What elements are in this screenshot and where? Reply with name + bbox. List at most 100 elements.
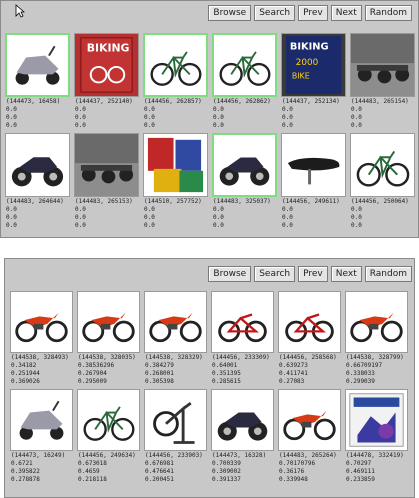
svg-text:2000: 2000 xyxy=(296,58,318,68)
magazine-stack-icon xyxy=(147,137,204,193)
result-id: (144456, 262857) xyxy=(144,98,202,105)
result-score: 0.285615 xyxy=(212,378,241,385)
result-thumbnail[interactable] xyxy=(144,389,207,451)
result-id: (144510, 257752) xyxy=(144,198,202,205)
bicycle-icon xyxy=(150,51,202,86)
result-item[interactable]: (144483, 325037) 0.0 0.0 0.0 xyxy=(210,133,279,229)
result-item[interactable]: (144473, 16249) 0.6721 0.395822 0.278878 xyxy=(8,389,75,483)
result-score: 0.0 xyxy=(351,114,362,121)
result-score: 0.6721 xyxy=(11,460,33,467)
browse-button[interactable]: Browse xyxy=(208,5,252,21)
poster-icon xyxy=(349,393,404,447)
random-button[interactable]: Random xyxy=(364,5,412,21)
dirt-bike-icon xyxy=(149,312,202,343)
next-button[interactable]: Next xyxy=(330,266,362,282)
top-image-grid: (144473, 16458) 0.0 0.0 0.0 BIKING (144437, 2… xyxy=(3,33,417,229)
result-score: 0.351395 xyxy=(212,370,241,377)
result-thumbnail[interactable] xyxy=(345,389,408,451)
bicycle-icon xyxy=(83,406,135,441)
result-id: (144473, 16458) xyxy=(6,98,61,105)
search-button[interactable]: Search xyxy=(254,266,296,282)
result-score: 0.251944 xyxy=(11,370,40,377)
result-item[interactable]: (144456, 249634) 0.673018 0.4659 0.218118 xyxy=(75,389,142,483)
result-id: (144483, 265154) xyxy=(351,98,409,105)
result-item[interactable]: (144483, 265264) 0.70170796 0.36176 0.33994… xyxy=(276,389,343,483)
result-thumbnail[interactable] xyxy=(281,133,346,197)
result-thumbnail[interactable] xyxy=(74,133,139,197)
result-item[interactable]: (144538, 328035) 0.38536296 0.267904 0.2950… xyxy=(75,291,142,385)
result-thumbnail[interactable] xyxy=(278,291,341,353)
result-thumbnail[interactable] xyxy=(143,33,208,97)
result-thumbnail[interactable] xyxy=(350,33,415,97)
result-thumbnail[interactable] xyxy=(211,291,274,353)
result-thumbnail[interactable]: BIKING xyxy=(74,33,139,97)
result-thumbnail[interactable] xyxy=(77,291,140,353)
result-thumbnail[interactable] xyxy=(5,133,70,197)
result-item[interactable]: (144478, 332419) 0.70297 0.469111 0.233859 xyxy=(343,389,410,483)
result-score: 0.469111 xyxy=(346,468,375,475)
result-item[interactable]: BIKING (144437, 252140) 0.0 0.0 0.0 xyxy=(72,33,141,129)
result-thumbnail[interactable] xyxy=(10,389,73,451)
result-thumbnail[interactable] xyxy=(211,389,274,451)
result-score: 0.0 xyxy=(282,106,293,113)
result-id: (144538, 328035) xyxy=(78,354,136,361)
result-thumbnail[interactable] xyxy=(5,33,70,97)
result-item[interactable]: (144538, 328493) 0.34182 0.251944 0.369026 xyxy=(8,291,75,385)
result-thumbnail[interactable] xyxy=(212,133,277,197)
result-id: (144538, 328493) xyxy=(11,354,69,361)
result-thumbnail[interactable] xyxy=(144,291,207,353)
result-item[interactable]: (144473, 16458) 0.0 0.0 0.0 xyxy=(3,33,72,129)
result-item[interactable]: (144456, 258568) 0.639273 0.411741 0.27083 xyxy=(276,291,343,385)
scooter-icon xyxy=(15,45,60,85)
result-item[interactable]: (144538, 328799) 0.66709197 0.338033 0.2990… xyxy=(343,291,410,385)
result-item[interactable]: (144483, 265154) 0.0 0.0 0.0 xyxy=(348,33,417,129)
result-score: 0.0 xyxy=(144,222,155,229)
result-id: (144456, 258568) xyxy=(279,354,337,361)
result-thumbnail[interactable] xyxy=(10,291,73,353)
result-score: 0.673018 xyxy=(78,460,107,467)
result-thumbnail[interactable]: BIKING 2000 BIKE xyxy=(281,33,346,97)
svg-text:BIKE: BIKE xyxy=(292,72,310,81)
magazine-biking-icon: BIKING xyxy=(80,37,133,93)
result-thumbnail[interactable] xyxy=(345,291,408,353)
prev-button[interactable]: Prev xyxy=(298,266,328,282)
result-score: 0.0 xyxy=(144,114,155,121)
result-thumbnail[interactable] xyxy=(143,133,208,197)
result-thumbnail[interactable] xyxy=(77,389,140,451)
result-item[interactable]: BIKING 2000 BIKE (144437, 252134) 0.0 0.0 0.0 xyxy=(279,33,348,129)
search-button[interactable]: Search xyxy=(254,5,296,21)
bmx-bike-icon xyxy=(285,313,334,343)
result-score: 0.0 xyxy=(6,114,17,121)
result-score: 0.278878 xyxy=(11,476,40,483)
next-button[interactable]: Next xyxy=(330,5,362,21)
result-item[interactable]: (144456, 262857) 0.0 0.0 0.0 xyxy=(141,33,210,129)
result-item[interactable]: (144510, 257752) 0.0 0.0 0.0 xyxy=(141,133,210,229)
result-score: 0.395822 xyxy=(11,468,40,475)
result-item[interactable]: (144456, 250064) 0.0 0.0 0.0 xyxy=(348,133,417,229)
result-score: 0.0 xyxy=(6,214,17,221)
result-score: 0.295009 xyxy=(78,378,107,385)
result-score: 0.676981 xyxy=(145,460,174,467)
result-score: 0.0 xyxy=(75,214,86,221)
browse-button[interactable]: Browse xyxy=(208,266,252,282)
exercise-bike-icon xyxy=(153,402,195,444)
result-item[interactable]: (144538, 328329) 0.384279 0.268001 0.305398 xyxy=(142,291,209,385)
result-id: (144437, 252140) xyxy=(75,98,133,105)
result-score: 0.0 xyxy=(213,214,224,221)
result-item[interactable]: (144473, 16328) 0.700339 0.309002 0.391337 xyxy=(209,389,276,483)
result-score: 0.0 xyxy=(351,122,362,129)
random-button[interactable]: Random xyxy=(364,266,412,282)
motorcycle-lot-icon xyxy=(75,134,138,184)
result-thumbnail[interactable] xyxy=(278,389,341,451)
result-item[interactable]: (144456, 262862) 0.0 0.0 0.0 xyxy=(210,33,279,129)
result-item[interactable]: (144483, 264644) 0.0 0.0 0.0 xyxy=(3,133,72,229)
result-id: (144478, 332419) xyxy=(346,452,404,459)
result-thumbnail[interactable] xyxy=(350,133,415,197)
result-score: 0.0 xyxy=(213,122,224,129)
prev-button[interactable]: Prev xyxy=(298,5,328,21)
result-item[interactable]: (144456, 233903) 0.676981 0.476641 0.200451 xyxy=(142,389,209,483)
result-item[interactable]: (144456, 233309) 0.64001 0.351395 0.285615 xyxy=(209,291,276,385)
result-item[interactable]: (144483, 265153) 0.0 0.0 0.0 xyxy=(72,133,141,229)
result-thumbnail[interactable] xyxy=(212,33,277,97)
result-item[interactable]: (144456, 249611) 0.0 0.0 0.0 xyxy=(279,133,348,229)
